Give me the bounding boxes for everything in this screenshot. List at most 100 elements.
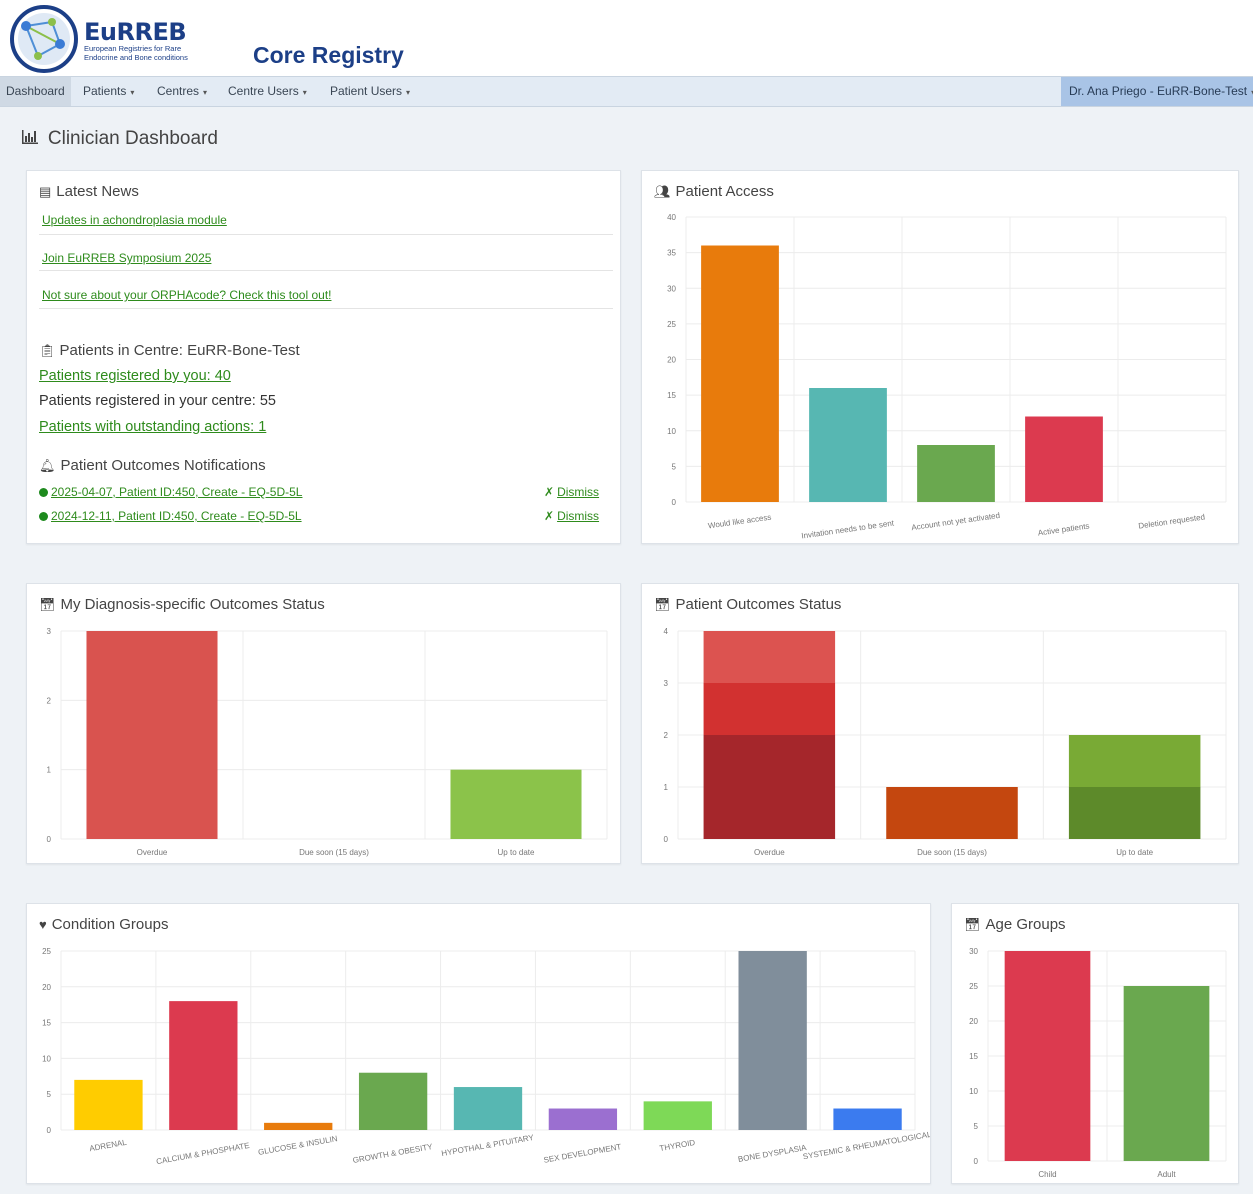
nav-patients[interactable]: Patients ▾ bbox=[77, 77, 140, 106]
y-tick-label: 0 bbox=[664, 835, 669, 844]
brand-subtitle: European Registries for Rare Endocrine a… bbox=[84, 44, 214, 62]
eurreb-logo-icon[interactable] bbox=[8, 4, 80, 74]
dismiss-button[interactable]: ✗ Dismiss bbox=[544, 509, 599, 523]
bar bbox=[450, 769, 582, 839]
bar bbox=[1025, 416, 1103, 502]
patient-access-chart: 0 5 10 15 20 25 30 35 40 Would like access Invitat… bbox=[667, 213, 1227, 540]
newspaper-icon: ▤ bbox=[39, 184, 52, 199]
notifications-title-text: Patient Outcomes Notifications bbox=[60, 457, 266, 474]
users-icon: 👥︎ bbox=[654, 184, 671, 199]
condition-groups-chart: 0 5 10 15 20 25 ADRENAL CALCIUM & PHOSPHATE GLUC… bbox=[42, 947, 930, 1166]
news-divider bbox=[39, 308, 613, 309]
bar bbox=[1004, 951, 1091, 1161]
user-menu-label: Dr. Ana Priego - EuRR-Bone-Test bbox=[1069, 84, 1248, 98]
x-tick-label: Child bbox=[1038, 1170, 1056, 1179]
calendar-check-icon: 📅︎ bbox=[654, 597, 671, 612]
chevron-down-icon: ▾ bbox=[406, 88, 411, 97]
bar bbox=[701, 245, 779, 502]
age-groups-chart: 0 5 10 15 20 25 30 Child Adult bbox=[969, 947, 1227, 1179]
patient-access-title: 👥︎ Patient Access bbox=[654, 183, 774, 200]
x-tick-label: Overdue bbox=[754, 848, 785, 857]
y-tick-label: 25 bbox=[969, 982, 978, 991]
bar bbox=[1068, 735, 1201, 787]
y-tick-label: 4 bbox=[664, 627, 669, 636]
user-menu[interactable]: Dr. Ana Priego - EuRR-Bone-Test▾ bbox=[1061, 77, 1253, 106]
dismiss-label: Dismiss bbox=[557, 485, 600, 499]
nav-patient-users[interactable]: Patient Users ▾ bbox=[324, 77, 416, 106]
dismiss-icon: ✗ bbox=[544, 509, 555, 523]
main-navbar: Dashboard Patients ▾ Centres ▾ Centre User… bbox=[0, 76, 1253, 107]
patient-outcomes-title: 📅︎ Patient Outcomes Status bbox=[654, 596, 841, 613]
patients-in-centre-text: Patients registered in your centre: 55 bbox=[39, 393, 276, 409]
bar bbox=[917, 445, 995, 502]
bar bbox=[703, 683, 836, 735]
nav-centre-users-label: Centre Users bbox=[228, 84, 299, 98]
age-groups-title-text: Age Groups bbox=[985, 916, 1066, 933]
x-tick-label: GLUCOSE & INSULIN bbox=[257, 1134, 338, 1157]
x-tick-label: Due soon (15 days) bbox=[299, 848, 369, 857]
news-panel: ▤ Latest News Updates in achondroplasia m… bbox=[26, 170, 621, 544]
y-tick-label: 30 bbox=[969, 947, 978, 956]
bar bbox=[833, 1108, 902, 1130]
news-link[interactable]: Join EuRREB Symposium 2025 bbox=[42, 251, 211, 265]
y-tick-label: 10 bbox=[667, 427, 676, 436]
news-link[interactable]: Not sure about your ORPHAcode? Check thi… bbox=[42, 288, 331, 302]
y-tick-label: 25 bbox=[667, 320, 676, 329]
page-title-text: Clinician Dashboard bbox=[47, 128, 218, 149]
chevron-down-icon: ▾ bbox=[302, 88, 307, 97]
y-tick-label: 40 bbox=[667, 213, 676, 222]
x-tick-label: THYROID bbox=[659, 1138, 696, 1153]
y-tick-label: 0 bbox=[47, 1126, 52, 1135]
nav-patient-users-label: Patient Users bbox=[330, 84, 403, 98]
chevron-down-icon: ▾ bbox=[130, 88, 135, 97]
nav-patients-label: Patients bbox=[83, 84, 127, 98]
y-tick-label: 2 bbox=[664, 731, 669, 740]
x-tick-label: Up to date bbox=[1116, 848, 1153, 857]
x-tick-label: Overdue bbox=[137, 848, 168, 857]
y-tick-label: 20 bbox=[969, 1017, 978, 1026]
nav-centres[interactable]: Centres ▾ bbox=[151, 77, 213, 106]
bar bbox=[358, 1072, 428, 1130]
y-tick-label: 10 bbox=[42, 1054, 51, 1063]
x-tick-label: SEX DEVELOPMENT bbox=[543, 1142, 622, 1165]
news-divider bbox=[39, 234, 613, 235]
y-tick-label: 30 bbox=[667, 284, 676, 293]
notification-text: 2025-04-07, Patient ID:450, Create - EQ-… bbox=[51, 485, 303, 499]
y-tick-label: 1 bbox=[47, 766, 52, 775]
outstanding-actions-link[interactable]: Patients with outstanding actions: 1 bbox=[39, 419, 266, 435]
x-tick-label: Active patients bbox=[1037, 521, 1090, 537]
heartbeat-icon: ♥ bbox=[39, 917, 47, 932]
notification-link[interactable]: 2025-04-07, Patient ID:450, Create - EQ-… bbox=[39, 485, 302, 499]
dismiss-button[interactable]: ✗ Dismiss bbox=[544, 485, 599, 499]
bar bbox=[703, 735, 836, 839]
bar bbox=[453, 1087, 523, 1130]
y-tick-label: 20 bbox=[667, 356, 676, 365]
calendar-check-icon: 📅︎ bbox=[39, 597, 56, 612]
news-link[interactable]: Updates in achondroplasia module bbox=[42, 213, 227, 227]
condition-groups-title: ♥ Condition Groups bbox=[39, 916, 168, 933]
x-tick-label: HYPOTHAL & PITUITARY bbox=[441, 1133, 535, 1158]
bar bbox=[738, 951, 807, 1130]
diagnosis-outcomes-chart: 0 1 2 3 Overdue Due soon (15 days) Up to date bbox=[47, 627, 608, 857]
nav-centres-label: Centres bbox=[157, 84, 200, 98]
y-tick-label: 10 bbox=[969, 1087, 978, 1096]
notification-text: 2024-12-11, Patient ID:450, Create - EQ-… bbox=[51, 509, 302, 523]
y-tick-label: 20 bbox=[42, 983, 51, 992]
y-tick-label: 25 bbox=[42, 947, 51, 956]
y-tick-label: 1 bbox=[664, 783, 669, 792]
y-tick-label: 0 bbox=[47, 835, 52, 844]
calendar-icon: 📅︎ bbox=[964, 917, 981, 932]
y-tick-label: 15 bbox=[969, 1052, 978, 1061]
nav-dashboard[interactable]: Dashboard bbox=[0, 77, 71, 106]
app-header: EuRREB European Registries for Rare Endo… bbox=[0, 0, 1253, 76]
centre-title: 📋︎ Patients in Centre: EuRR-Bone-Test bbox=[39, 342, 300, 359]
bar bbox=[643, 1101, 712, 1130]
y-tick-label: 5 bbox=[47, 1090, 52, 1099]
bar bbox=[1123, 986, 1210, 1161]
patients-by-you-link[interactable]: Patients registered by you: 40 bbox=[39, 368, 231, 384]
patient-outcomes-title-text: Patient Outcomes Status bbox=[675, 596, 842, 613]
notification-link[interactable]: 2024-12-11, Patient ID:450, Create - EQ-… bbox=[39, 509, 302, 523]
x-tick-label: Deletion requested bbox=[1138, 512, 1206, 530]
y-tick-label: 3 bbox=[47, 627, 52, 636]
nav-centre-users[interactable]: Centre Users ▾ bbox=[222, 77, 313, 106]
